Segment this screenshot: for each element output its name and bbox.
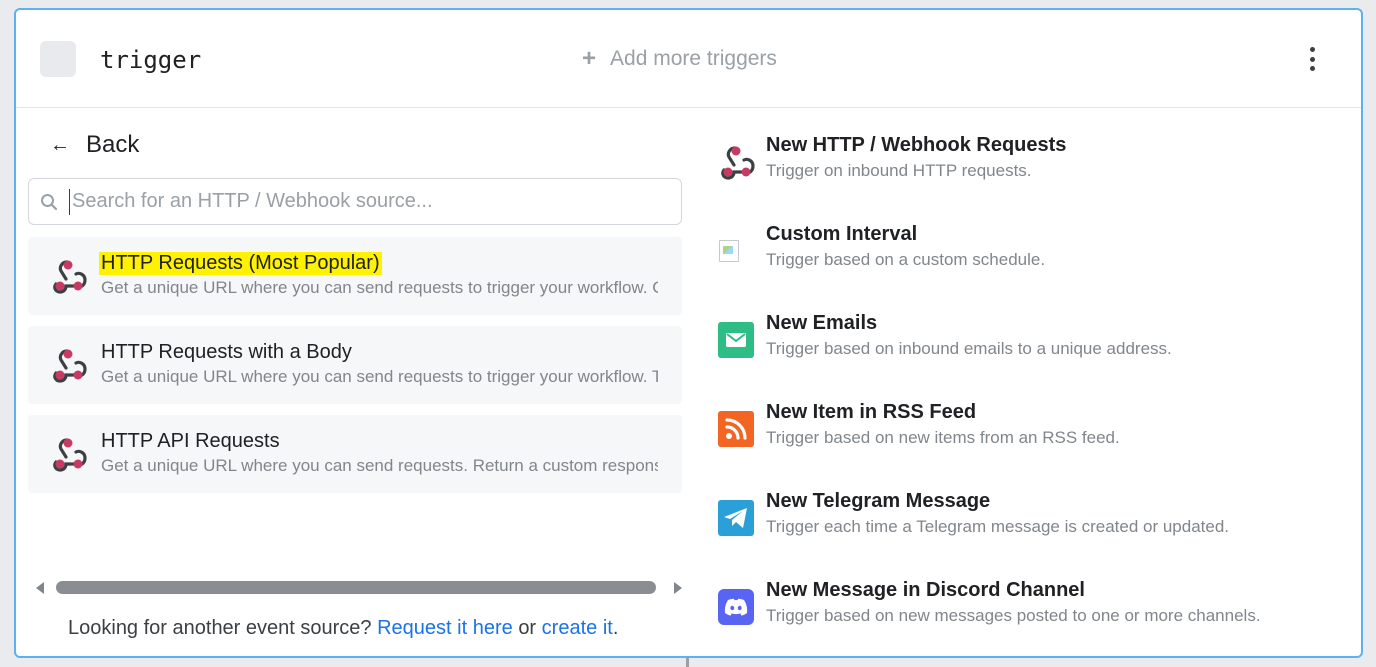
trigger-option-title: New Telegram Message <box>766 490 991 512</box>
footer-suffix: . <box>612 617 619 639</box>
back-button[interactable]: ← Back <box>50 131 139 159</box>
horizontal-scrollbar[interactable] <box>36 579 682 597</box>
trigger-name-title[interactable]: trigger <box>100 46 201 74</box>
scroll-right-arrow-icon[interactable] <box>674 582 682 594</box>
trigger-option-description: Trigger based on a custom schedule. <box>766 250 1046 269</box>
add-more-triggers-label: Add more triggers <box>610 47 777 70</box>
email-icon <box>718 322 756 360</box>
telegram-icon <box>718 500 756 538</box>
source-item-description: Get a unique URL where you can send requ… <box>101 278 658 297</box>
trigger-app-icon <box>40 41 76 77</box>
trigger-option-description: Trigger based on new messages posted to … <box>766 606 1261 625</box>
request-it-link[interactable]: Request it here <box>377 617 513 639</box>
search-input[interactable] <box>69 188 681 215</box>
source-item-http-requests-with-body[interactable]: HTTP Requests with a Body Get a unique U… <box>28 326 682 404</box>
trigger-option-http-webhook[interactable]: New HTTP / Webhook Requests Trigger on i… <box>716 134 1356 194</box>
source-list: HTTP Requests (Most Popular) Get a uniqu… <box>28 237 682 587</box>
footer-prefix: Looking for another event source? <box>68 617 372 639</box>
trigger-option-description: Trigger based on inbound emails to a uni… <box>766 339 1172 358</box>
trigger-option-title: New Message in Discord Channel <box>766 579 1085 601</box>
webhook-icon <box>50 347 88 388</box>
trigger-option-title: New Emails <box>766 312 878 334</box>
create-it-link[interactable]: create it <box>542 617 613 639</box>
source-item-http-api-requests[interactable]: HTTP API Requests Get a unique URL where… <box>28 415 682 493</box>
webhook-icon <box>50 436 88 477</box>
more-options-icon[interactable] <box>1300 44 1324 74</box>
webhook-icon <box>50 258 88 299</box>
source-item-description: Get a unique URL where you can send requ… <box>101 367 658 386</box>
trigger-option-rss-feed[interactable]: New Item in RSS Feed Trigger based on ne… <box>716 401 1356 461</box>
scroll-left-arrow-icon[interactable] <box>36 582 44 594</box>
trigger-option-description: Trigger each time a Telegram message is … <box>766 517 1230 536</box>
trigger-panel: trigger + Add more triggers ← Back HTTP … <box>14 8 1363 658</box>
source-item-title: HTTP API Requests <box>101 430 280 452</box>
source-item-description: Get a unique URL where you can send requ… <box>101 456 658 475</box>
scrollbar-thumb[interactable] <box>56 581 656 594</box>
add-more-triggers-button[interactable]: + Add more triggers <box>582 47 777 71</box>
source-selector: ← Back HTTP Requests (Most Popular) Get … <box>16 109 696 656</box>
trigger-option-custom-interval[interactable]: Custom Interval Trigger based on a custo… <box>716 223 1356 283</box>
footer-text: Looking for another event source? Reques… <box>68 617 618 640</box>
discord-icon <box>718 589 756 627</box>
popular-triggers: New HTTP / Webhook Requests Trigger on i… <box>716 109 1356 656</box>
arrow-left-icon: ← <box>50 133 70 156</box>
search-icon <box>29 193 69 211</box>
panel-header: trigger + Add more triggers <box>16 10 1361 108</box>
source-item-http-requests[interactable]: HTTP Requests (Most Popular) Get a uniqu… <box>28 237 682 315</box>
trigger-option-title: New Item in RSS Feed <box>766 401 977 423</box>
plus-icon: + <box>582 45 597 72</box>
search-box <box>28 178 682 225</box>
trigger-option-new-emails[interactable]: New Emails Trigger based on inbound emai… <box>716 312 1356 372</box>
footer-middle: or <box>518 617 537 639</box>
trigger-option-telegram[interactable]: New Telegram Message Trigger each time a… <box>716 490 1356 550</box>
trigger-option-description: Trigger based on new items from an RSS f… <box>766 428 1120 447</box>
source-item-title: HTTP Requests (Most Popular) <box>99 252 382 275</box>
trigger-option-discord[interactable]: New Message in Discord Channel Trigger b… <box>716 579 1356 639</box>
back-label: Back <box>86 131 140 158</box>
source-item-title: HTTP Requests with a Body <box>101 341 352 363</box>
broken-image-icon <box>718 233 756 271</box>
webhook-icon <box>718 144 756 182</box>
trigger-option-title: Custom Interval <box>766 223 918 245</box>
trigger-option-title: New HTTP / Webhook Requests <box>766 134 1067 156</box>
rss-icon <box>718 411 756 449</box>
trigger-option-description: Trigger on inbound HTTP requests. <box>766 161 1032 180</box>
